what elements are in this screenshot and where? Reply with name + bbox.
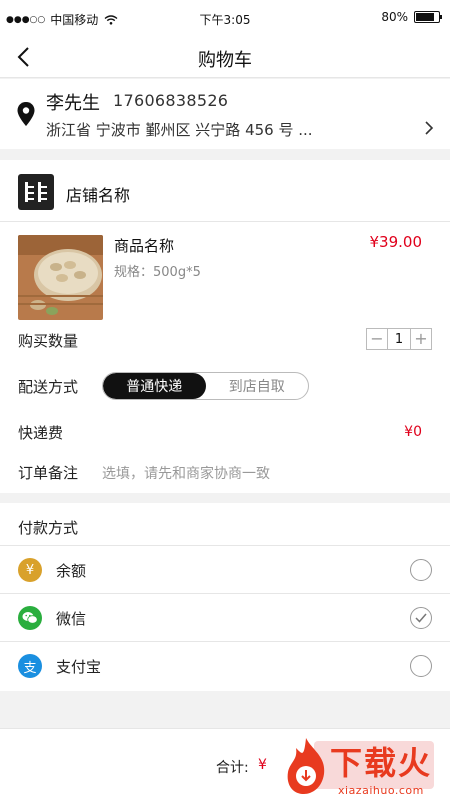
payment-option-alipay[interactable]: 支 支付宝 xyxy=(0,641,450,689)
watermark-text: 下载火 xyxy=(330,744,433,782)
radio-unchecked[interactable] xyxy=(410,559,432,581)
payment-option-label: 微信 xyxy=(56,610,87,628)
recipient-name: 李先生 xyxy=(46,93,100,114)
quantity-value[interactable]: 1 xyxy=(388,328,410,350)
increment-button[interactable]: + xyxy=(410,328,432,350)
decrement-button[interactable]: − xyxy=(366,328,388,350)
chevron-right-icon xyxy=(425,121,434,135)
total-label: 合计: xyxy=(216,760,249,776)
delivery-toggle: 普通快递 到店自取 xyxy=(102,372,309,400)
total-value: ¥ xyxy=(258,757,267,773)
alipay-icon: 支 xyxy=(18,654,42,678)
product-name: 商品名称 xyxy=(114,237,175,255)
recipient-phone: 17606838526 xyxy=(113,91,229,110)
flame-logo-icon xyxy=(287,738,325,794)
payment-title: 付款方式 xyxy=(18,519,79,537)
shop-logo xyxy=(18,174,54,210)
battery-percent: 80% xyxy=(381,10,408,24)
shipping-address[interactable]: 李先生 17606838526 浙江省 宁波市 鄞州区 兴宁路 456 号 ..… xyxy=(0,79,450,149)
remark-label: 订单备注 xyxy=(18,464,79,482)
watermark-domain: xiazaihuo.com xyxy=(338,784,424,797)
fee-label: 快递费 xyxy=(18,424,64,442)
yen-icon: ¥ xyxy=(18,558,42,582)
status-bar: ●●●○○ 中国移动 下午3:05 80% xyxy=(0,0,450,36)
product-image[interactable] xyxy=(18,235,103,320)
payment-option-wechat[interactable]: 微信 xyxy=(0,593,450,641)
page-title: 购物车 xyxy=(198,50,252,71)
product-spec: 规格：500g*5 xyxy=(114,265,201,280)
payment-option-balance[interactable]: ¥ 余额 xyxy=(0,545,450,593)
nav-bar: 购物车 xyxy=(0,36,450,78)
quantity-stepper: − 1 + xyxy=(366,328,432,350)
payment-section: 付款方式 ¥ 余额 微信 支 支付宝 xyxy=(0,503,450,691)
order-card: 店铺名称 商品名称 规格：500g*5 ¥39.00 购买数量 − 1 + 配送… xyxy=(0,160,450,493)
address-text: 浙江省 宁波市 鄞州区 兴宁路 456 号 ... xyxy=(46,121,313,139)
product-price: ¥39.00 xyxy=(369,233,423,251)
shop-logo-icon xyxy=(25,182,47,202)
location-pin-icon xyxy=(17,102,35,126)
watermark: 下载火 xiazaihuo.com xyxy=(282,734,450,800)
shop-header: 店铺名称 xyxy=(0,160,450,222)
radio-unchecked[interactable] xyxy=(410,655,432,677)
wechat-icon xyxy=(18,606,42,630)
battery-icon xyxy=(414,11,442,23)
quantity-label: 购买数量 xyxy=(18,332,79,350)
payment-option-label: 支付宝 xyxy=(56,658,102,676)
delivery-label: 配送方式 xyxy=(18,378,79,396)
pistachio-image xyxy=(18,235,103,320)
remark-input[interactable]: 选填，请先和商家协商一致 xyxy=(102,463,270,483)
delivery-option-express[interactable]: 普通快递 xyxy=(103,373,206,399)
checkmark-icon xyxy=(415,613,427,623)
fee-value: ¥0 xyxy=(404,424,422,440)
chevron-left-icon[interactable] xyxy=(12,44,38,70)
delivery-option-pickup[interactable]: 到店自取 xyxy=(206,373,309,399)
shop-name[interactable]: 店铺名称 xyxy=(66,182,130,206)
payment-option-label: 余额 xyxy=(56,562,87,580)
radio-checked[interactable] xyxy=(410,607,432,629)
